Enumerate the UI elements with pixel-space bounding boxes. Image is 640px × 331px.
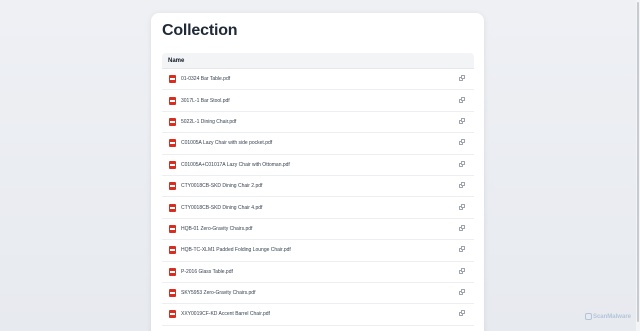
file-name-link[interactable]: 5022L-1 Dining Chair.pdf <box>181 119 236 125</box>
file-name-link[interactable]: HQB-TC-XLM1 Padded Folding Lounge Chair.… <box>181 247 291 253</box>
file-name-link[interactable]: 3017L-1 Bar Stool.pdf <box>181 98 230 104</box>
scanmalware-logo-icon <box>584 313 592 320</box>
pdf-file-icon <box>169 310 176 319</box>
copy-icon[interactable] <box>459 139 465 146</box>
pdf-file-icon <box>169 96 176 105</box>
copy-icon[interactable] <box>459 160 465 168</box>
pdf-file-icon <box>169 289 176 298</box>
pdf-file-icon <box>169 75 176 84</box>
page-scrollbar[interactable] <box>636 0 640 331</box>
table-row[interactable]: CTY0018CB-SKD Dining Chair 4.pdf <box>162 197 474 219</box>
files-table: Name 01-0324 Bar Table.pdf 3017L-1 Bar St… <box>162 53 474 326</box>
file-name-link[interactable]: 01-0324 Bar Table.pdf <box>181 76 230 82</box>
copy-icon[interactable] <box>459 75 465 82</box>
table-row[interactable]: HQB-TC-XLM1 Padded Folding Lounge Chair.… <box>162 240 474 262</box>
table-row[interactable]: 01-0324 Bar Table.pdf <box>162 69 474 91</box>
copy-icon[interactable] <box>459 224 465 232</box>
file-name-link[interactable]: C01005A+C01017A Lazy Chair with Ottoman.… <box>181 162 290 168</box>
copy-icon[interactable] <box>459 96 465 104</box>
pdf-file-icon <box>169 182 176 191</box>
table-header: Name <box>162 53 474 69</box>
pdf-file-icon <box>169 224 176 233</box>
table-row[interactable]: C01005A Lazy Chair with side pocket.pdf <box>162 133 474 155</box>
pdf-file-icon <box>169 160 176 169</box>
pdf-file-icon <box>169 117 176 126</box>
table-row[interactable]: C01005A+C01017A Lazy Chair with Ottoman.… <box>162 155 474 176</box>
pdf-file-icon <box>169 246 176 255</box>
table-row[interactable]: 5022L-1 Dining Chair.pdf <box>162 112 474 134</box>
table-row[interactable]: P-2016 Glass Table.pdf <box>162 262 474 283</box>
file-name-link[interactable]: P-2016 Glass Table.pdf <box>181 269 233 275</box>
watermark-text: ScanMalware <box>592 313 631 320</box>
copy-icon[interactable] <box>459 289 465 296</box>
copy-icon[interactable] <box>459 267 465 275</box>
file-name-link[interactable]: C01005A Lazy Chair with side pocket.pdf <box>181 140 272 146</box>
column-header-name[interactable]: Name <box>168 58 184 64</box>
table-row[interactable]: SKY5953 Zero-Gravity Chairs.pdf <box>162 283 474 305</box>
pdf-file-icon <box>169 267 176 276</box>
table-row[interactable]: 3017L-1 Bar Stool.pdf <box>162 90 474 112</box>
pdf-file-icon <box>169 203 176 212</box>
watermark: ScanMalware <box>584 313 631 320</box>
file-name-link[interactable]: CTY0018CB-SKD Dining Chair 2.pdf <box>181 183 262 189</box>
copy-icon[interactable] <box>459 117 465 125</box>
scrollbar-thumb[interactable] <box>637 2 639 322</box>
table-body: 01-0324 Bar Table.pdf 3017L-1 Bar Stool.p… <box>162 69 474 326</box>
copy-icon[interactable] <box>459 310 465 317</box>
collection-card: Collection Name 01-0324 Bar Table.pdf 301… <box>151 13 484 331</box>
file-name-link[interactable]: CTY0018CB-SKD Dining Chair 4.pdf <box>181 205 262 211</box>
table-row[interactable]: CTY0018CB-SKD Dining Chair 2.pdf <box>162 176 474 198</box>
table-row[interactable]: HQB-01 Zero-Gravity Chairs.pdf <box>162 219 474 241</box>
table-row[interactable]: XXY0019CF-KD Accent Barrel Chair.pdf <box>162 304 474 326</box>
file-name-link[interactable]: XXY0019CF-KD Accent Barrel Chair.pdf <box>181 311 270 317</box>
page-title: Collection <box>162 22 238 39</box>
copy-icon[interactable] <box>459 182 465 189</box>
copy-icon[interactable] <box>459 203 465 211</box>
file-name-link[interactable]: HQB-01 Zero-Gravity Chairs.pdf <box>181 226 252 232</box>
pdf-file-icon <box>169 139 176 148</box>
copy-icon[interactable] <box>459 246 465 253</box>
file-name-link[interactable]: SKY5953 Zero-Gravity Chairs.pdf <box>181 290 255 296</box>
